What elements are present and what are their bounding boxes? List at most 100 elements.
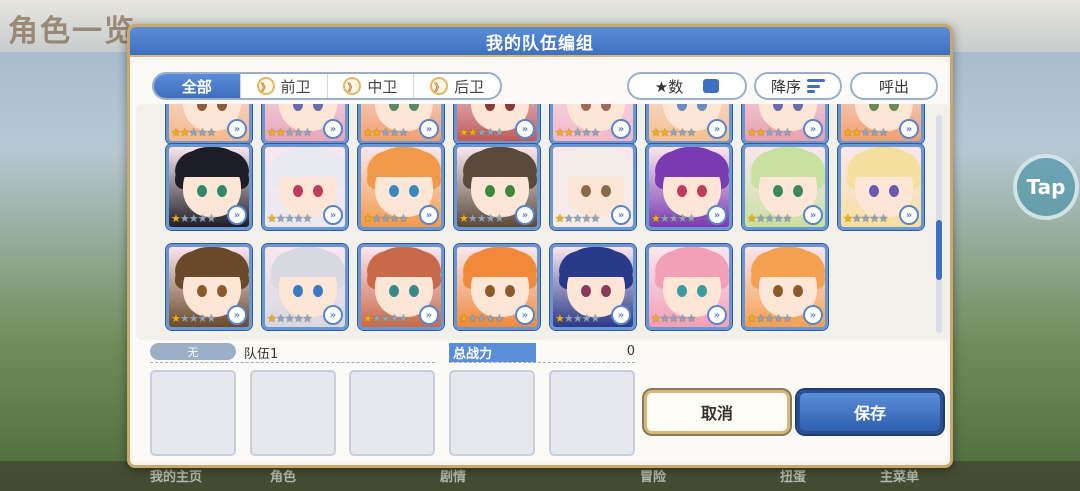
- star-rating: ★★★★★: [651, 126, 696, 139]
- portrait-eye: [197, 285, 207, 297]
- character-card[interactable]: ★★★★★ »: [454, 104, 540, 144]
- rank-badge-icon: »: [515, 119, 535, 139]
- rank-badge-icon: »: [803, 305, 823, 325]
- portrait-eye: [601, 285, 611, 297]
- portrait-eye: [505, 185, 515, 197]
- portrait-eye: [677, 285, 687, 297]
- portrait-eye: [409, 285, 419, 297]
- character-card[interactable]: ★★★★★ »: [262, 144, 348, 230]
- sort-field-button[interactable]: ★数: [627, 72, 747, 100]
- character-card[interactable]: ★★★★★ »: [550, 244, 636, 330]
- total-power-label: 总战力: [449, 343, 536, 362]
- character-card[interactable]: ★★★★★ »: [742, 244, 828, 330]
- character-card[interactable]: ★★★★★ »: [358, 104, 444, 144]
- portrait-eye: [485, 185, 495, 197]
- star-rating: ★★★★★: [459, 312, 504, 325]
- character-card[interactable]: ★★★★★ »: [646, 104, 732, 144]
- star-rating: ★★★★★: [363, 212, 408, 225]
- character-card[interactable]: ★★★★★ »: [262, 244, 348, 330]
- rank-badge-icon: »: [899, 119, 919, 139]
- nav-story: 剧情: [440, 470, 467, 485]
- character-card[interactable]: ★★★★★ »: [454, 244, 540, 330]
- rank-badge-icon: »: [611, 205, 631, 225]
- character-card[interactable]: ★★★★★ »: [166, 144, 252, 230]
- star-rating: ★★★★★: [171, 312, 216, 325]
- sort-field-label: ★数: [654, 77, 684, 96]
- portrait-eye: [217, 185, 227, 197]
- tab-midguard[interactable]: 》 中卫: [328, 74, 415, 98]
- rank-badge-icon: »: [611, 119, 631, 139]
- character-card[interactable]: ★★★★★ »: [262, 104, 348, 144]
- character-card[interactable]: ★★★★★ »: [166, 104, 252, 144]
- portrait-eye: [793, 185, 803, 197]
- team-slot-2[interactable]: [250, 370, 336, 456]
- sort-order-button[interactable]: 降序: [754, 72, 842, 100]
- star-rating: ★★★★★: [267, 212, 312, 225]
- portrait-eye: [485, 285, 495, 297]
- team-slot-3[interactable]: [349, 370, 435, 456]
- save-button[interactable]: 保存: [797, 390, 943, 434]
- rank-badge-icon: »: [707, 305, 727, 325]
- character-card[interactable]: ★★★★★ »: [358, 144, 444, 230]
- star-rating: ★★★★★: [747, 126, 792, 139]
- role-filter-tabs: 全部 》 前卫 》 中卫 》 后卫: [152, 72, 502, 100]
- portrait-bangs: [559, 251, 633, 277]
- portrait-bangs: [751, 251, 825, 277]
- tab-vanguard-label: 前卫: [280, 77, 311, 96]
- tab-vanguard[interactable]: 》 前卫: [241, 74, 328, 98]
- character-card[interactable]: ★★★★★ »: [742, 144, 828, 230]
- vanguard-icon: 》: [256, 77, 275, 95]
- team-slot-4[interactable]: [449, 370, 535, 456]
- tab-all[interactable]: 全部: [154, 74, 241, 98]
- portrait-eye: [505, 285, 515, 297]
- character-card[interactable]: ★★★★★ »: [550, 144, 636, 230]
- portrait-bangs: [655, 151, 729, 177]
- portrait-bangs: [463, 251, 537, 277]
- portrait-eye: [389, 185, 399, 197]
- rank-badge-icon: »: [323, 119, 343, 139]
- portrait-bangs: [463, 151, 537, 177]
- portrait-eye: [697, 185, 707, 197]
- tab-rearguard[interactable]: 》 后卫: [414, 74, 500, 98]
- nav-home: 我的主页: [150, 470, 203, 485]
- portrait-eye: [773, 285, 783, 297]
- portrait-eye: [889, 185, 899, 197]
- rank-badge-icon: »: [419, 305, 439, 325]
- team-slot-5[interactable]: [549, 370, 635, 456]
- character-card[interactable]: ★★★★★ »: [454, 144, 540, 230]
- portrait-eye: [677, 185, 687, 197]
- character-grid: ★★★★★ » ★★★★★ » ★★★★★ » ★★★★★ » ★★★★★ » ★★★★★ » ★★★★…: [136, 104, 950, 340]
- portrait-eye: [581, 185, 591, 197]
- star-rating: ★★★★★: [555, 312, 600, 325]
- portrait-bangs: [175, 151, 249, 177]
- character-card[interactable]: ★★★★★ »: [166, 244, 252, 330]
- rank-badge-icon: »: [899, 205, 919, 225]
- portrait-eye: [409, 185, 419, 197]
- portrait-bangs: [367, 251, 441, 277]
- tap-button[interactable]: Tap: [1013, 154, 1079, 220]
- star-rating: ★★★★★: [651, 212, 696, 225]
- character-card[interactable]: ★★★★★ »: [646, 244, 732, 330]
- rank-badge-icon: »: [323, 205, 343, 225]
- nav-adventure: 冒险: [640, 470, 667, 485]
- character-card[interactable]: ★★★★★ »: [838, 104, 924, 144]
- character-card[interactable]: ★★★★★ »: [358, 244, 444, 330]
- portrait-bangs: [847, 151, 921, 177]
- character-grid-scrollbar[interactable]: [936, 115, 942, 333]
- call-label: 呼出: [878, 77, 909, 96]
- character-card[interactable]: ★★★★★ »: [742, 104, 828, 144]
- portrait-eye: [389, 285, 399, 297]
- call-button[interactable]: 呼出: [850, 72, 938, 100]
- cancel-button[interactable]: 取消: [644, 390, 790, 434]
- midguard-icon: 》: [343, 77, 362, 95]
- rank-badge-icon: »: [419, 119, 439, 139]
- rank-badge-icon: »: [419, 205, 439, 225]
- dialog-body: 全部 》 前卫 》 中卫 》 后卫 ★数 降序 呼出 ★★★★★ » ★★★★★…: [133, 60, 950, 462]
- character-card[interactable]: ★★★★★ »: [646, 144, 732, 230]
- team-slot-1[interactable]: [150, 370, 236, 456]
- portrait-eye: [197, 185, 207, 197]
- character-card[interactable]: ★★★★★ »: [838, 144, 924, 230]
- scrollbar-thumb[interactable]: [936, 220, 942, 280]
- character-card[interactable]: ★★★★★ »: [550, 104, 636, 144]
- rank-badge-icon: »: [227, 119, 247, 139]
